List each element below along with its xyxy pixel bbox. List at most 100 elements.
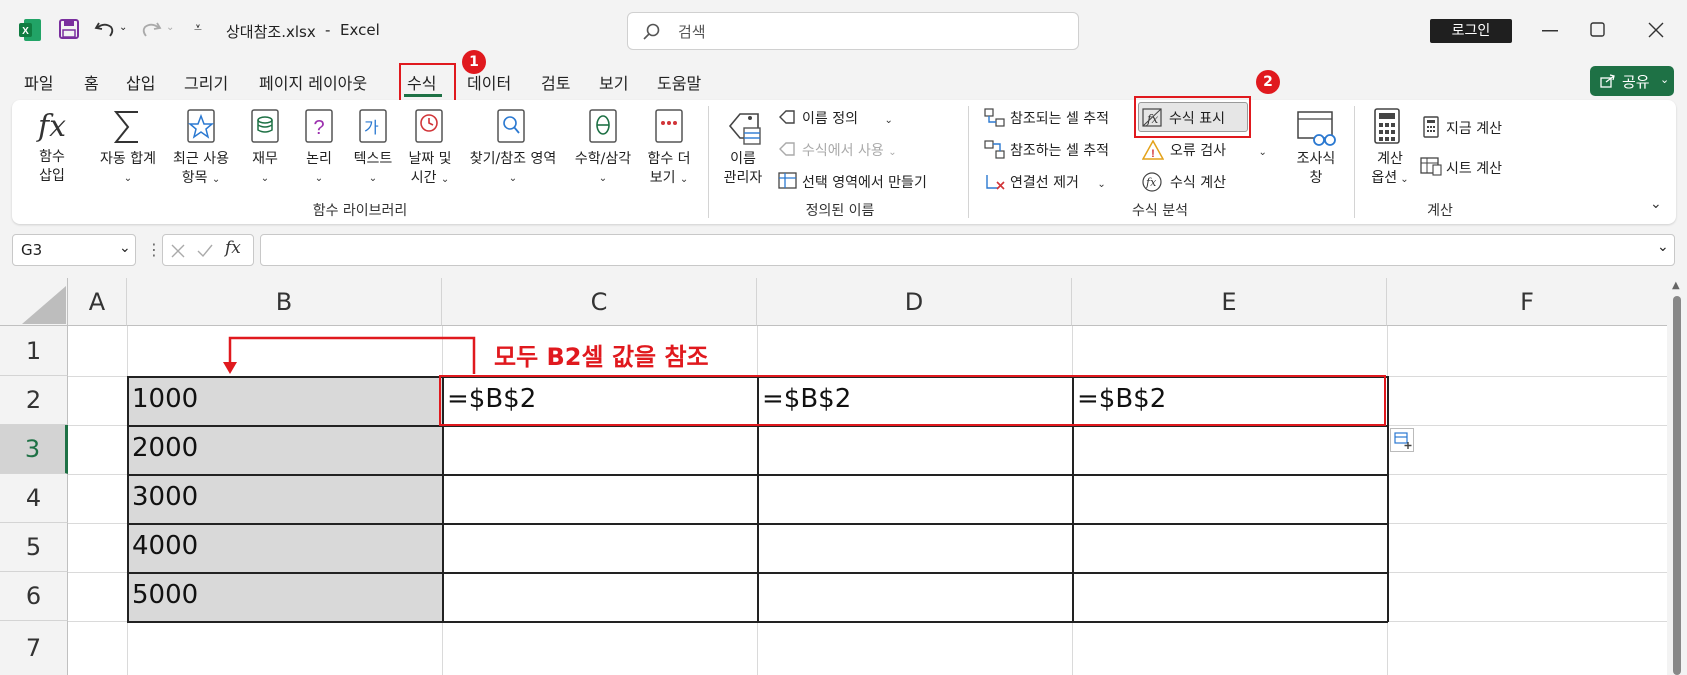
create-from-selection-button[interactable]: 선택 영역에서 만들기 (802, 172, 927, 192)
column-header-f[interactable]: F (1387, 278, 1667, 326)
cell-b5[interactable]: 4000 (128, 531, 198, 561)
paste-options-button[interactable] (1390, 428, 1414, 452)
recently-used-button[interactable]: 최근 사용 항목 ⌄ (168, 150, 234, 189)
use-in-formula-label: 수식에서 사용 (802, 143, 884, 159)
define-name-button[interactable]: 이름 정의 ⌄ (802, 108, 893, 128)
use-in-formula-chevron-icon: ⌄ (888, 147, 897, 158)
save-icon[interactable] (58, 18, 80, 40)
text-functions-glyph: 가 (364, 118, 379, 137)
error-checking-icon: ! (1142, 140, 1164, 160)
group-formula-auditing: 수식 분석 (1132, 203, 1188, 219)
calculation-options-button[interactable]: 계산 옵션 ⌄ (1364, 150, 1416, 189)
column-header-c[interactable]: C (442, 278, 757, 326)
date-time-label-2: 시간 (410, 170, 437, 186)
insert-function-fx-icon[interactable]: fx (225, 238, 241, 258)
scrollbar-thumb[interactable] (1673, 296, 1681, 675)
cell-b2[interactable]: 1000 (128, 384, 198, 414)
remove-arrows-icon (986, 175, 1005, 190)
row-header-3[interactable]: 3 (0, 425, 68, 474)
error-checking-button[interactable]: 오류 검사 ⌄ (1170, 140, 1267, 160)
use-in-formula-button[interactable]: 수식에서 사용 ⌄ (802, 140, 897, 160)
login-button[interactable]: 로그인 (1430, 19, 1512, 43)
formula-input[interactable]: ⌄ (260, 234, 1675, 266)
insert-function-button[interactable]: 함수 삽입 (30, 148, 74, 186)
tab-draw[interactable]: 그리기 (184, 70, 228, 94)
autosum-button[interactable]: 자동 합계 ⌄ (94, 150, 162, 188)
tab-insert[interactable]: 삽입 (126, 70, 155, 94)
minimize-icon[interactable] (1542, 30, 1558, 32)
evaluate-formula-button[interactable]: 수식 계산 (1170, 172, 1226, 192)
expand-formula-bar-icon[interactable]: ⌄ (1657, 239, 1669, 255)
lookup-reference-button[interactable]: 찾기/참조 영역 ⌄ (462, 150, 564, 188)
text-functions-button[interactable]: 텍스트 ⌄ (348, 150, 398, 188)
more-functions-button[interactable]: 함수 더 보기 ⌄ (640, 150, 698, 189)
trace-dependents-button[interactable]: 참조하는 셀 추적 (1010, 140, 1109, 160)
row-header-4[interactable]: 4 (0, 474, 68, 523)
watch-window-label-2: 창 (1309, 170, 1323, 186)
cell-b4[interactable]: 3000 (128, 482, 198, 512)
date-time-label-1: 날짜 및 (408, 151, 452, 167)
define-name-chevron-icon: ⌄ (884, 115, 893, 126)
close-icon[interactable] (1648, 22, 1664, 38)
row-header-7[interactable]: 7 (0, 621, 68, 675)
trace-precedents-button[interactable]: 참조되는 셀 추적 (1010, 108, 1109, 128)
autosum-chevron-icon: ⌄ (123, 173, 133, 184)
logical-button[interactable]: 논리 ⌄ (298, 150, 340, 188)
date-time-chevron-icon: ⌄ (440, 174, 450, 185)
undo-dropdown-icon[interactable]: ⌄ (119, 22, 127, 33)
define-name-label: 이름 정의 (802, 111, 858, 127)
cell-b3[interactable]: 2000 (128, 433, 198, 463)
column-header-e[interactable]: E (1072, 278, 1387, 326)
name-box[interactable]: G3 ⌄ (12, 234, 136, 266)
maximize-icon[interactable] (1590, 22, 1606, 38)
column-header-b[interactable]: B (127, 278, 442, 326)
lookup-reference-label: 찾기/참조 영역 (469, 151, 557, 167)
math-trig-label: 수학/삼각 (574, 151, 632, 167)
search-box[interactable]: 검색 (627, 12, 1079, 50)
name-manager-button[interactable]: 이름 관리자 (720, 150, 766, 188)
logical-chevron-icon: ⌄ (314, 173, 324, 184)
calculate-sheet-button[interactable]: 시트 계산 (1446, 158, 1502, 178)
tab-page-layout[interactable]: 페이지 레이아웃 (259, 70, 367, 94)
date-time-icon (415, 109, 443, 143)
tab-view[interactable]: 보기 (599, 70, 628, 94)
cell-b6[interactable]: 5000 (128, 580, 198, 610)
error-checking-chevron-icon: ⌄ (1258, 147, 1267, 158)
customize-quick-access-icon[interactable]: ⩡ (194, 20, 202, 36)
calculate-now-button[interactable]: 지금 계산 (1446, 118, 1502, 138)
redo-icon[interactable] (140, 19, 162, 39)
math-trig-button[interactable]: 수학/삼각 ⌄ (568, 150, 638, 188)
column-header-d[interactable]: D (757, 278, 1072, 326)
tab-help[interactable]: 도움말 (657, 70, 701, 94)
tab-review[interactable]: 검토 (541, 70, 570, 94)
date-time-button[interactable]: 날짜 및 시간 ⌄ (404, 150, 456, 189)
recently-used-label-2: 항목 (181, 170, 208, 186)
cancel-entry-icon[interactable] (171, 244, 185, 258)
financial-icon (251, 109, 279, 143)
name-box-chevron-icon[interactable]: ⌄ (119, 233, 131, 263)
confirm-entry-icon[interactable] (197, 244, 213, 258)
vertical-scrollbar[interactable]: ▲ (1667, 278, 1687, 675)
row-header-6[interactable]: 6 (0, 572, 68, 621)
watch-window-button[interactable]: 조사식 창 (1290, 150, 1342, 188)
svg-text:?: ? (313, 117, 324, 139)
text-functions-label: 텍스트 (353, 151, 393, 167)
highlight-formulas-tab (399, 63, 456, 103)
row-header-2[interactable]: 2 (0, 376, 68, 425)
evaluate-formula-icon: fx (1142, 172, 1162, 192)
row-header-5[interactable]: 5 (0, 523, 68, 572)
formula-bar-grip-icon[interactable]: ⋮ (146, 240, 162, 259)
undo-icon[interactable] (94, 19, 116, 39)
tab-file[interactable]: 파일 (24, 70, 53, 94)
row-header-1[interactable]: 1 (0, 326, 68, 376)
scroll-up-icon[interactable]: ▲ (1672, 280, 1680, 291)
financial-button[interactable]: 재무 ⌄ (244, 150, 286, 188)
ribbon-collapse-icon[interactable]: ⌄ (1650, 196, 1662, 212)
column-header-a[interactable]: A (68, 278, 127, 326)
insert-function-label-2: 삽입 (39, 168, 65, 184)
share-button[interactable]: 공유 ⌄ (1590, 66, 1674, 96)
tab-home[interactable]: 홈 (84, 70, 99, 94)
remove-arrows-button[interactable]: 연결선 제거 ⌄ (1010, 172, 1106, 192)
redo-dropdown-icon[interactable]: ⌄ (166, 22, 174, 33)
select-all-button[interactable] (0, 278, 68, 326)
